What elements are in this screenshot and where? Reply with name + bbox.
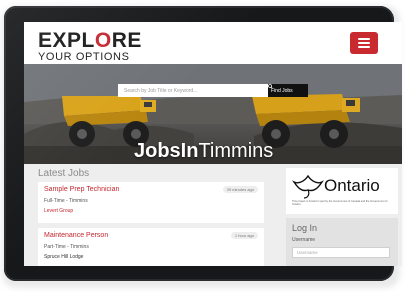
job-posted-time: 1 hour ago — [230, 232, 258, 239]
username-input[interactable] — [292, 247, 390, 258]
job-type-location: Full-Time - Timmins — [44, 198, 88, 204]
ontario-wordmark: Ontario — [324, 176, 380, 195]
find-jobs-label: Find Jobs — [271, 87, 293, 94]
job-card[interactable]: Maintenance Person 1 hour ago Part-Time … — [38, 228, 264, 266]
jobsintimmins-wordmark: JobsInTimmins — [134, 140, 273, 163]
login-panel: Log In Username — [286, 218, 398, 266]
job-title-link[interactable]: Sample Prep Technician — [44, 186, 119, 193]
job-company-name: Spruce Hill Lodge — [44, 254, 84, 260]
job-type-location: Part-Time - Timmins — [44, 244, 89, 250]
main-content: Latest Jobs Sample Prep Technician 39 mi… — [24, 164, 402, 266]
logo-text-o: O — [94, 29, 112, 52]
ontario-trillium-icon — [292, 174, 324, 199]
login-heading: Log In — [292, 223, 318, 233]
tablet-screen: EXPLORE YOUR OPTIONS Search by Job Title… — [24, 22, 402, 266]
menu-button[interactable] — [350, 32, 378, 54]
hero-banner: Find Jobs JobsInTimmins — [24, 64, 402, 164]
explore-your-options-logo[interactable]: EXPLORE YOUR OPTIONS — [38, 30, 142, 63]
funding-notice: This project is funded in part by the Go… — [292, 200, 388, 207]
find-jobs-button[interactable]: Find Jobs — [268, 84, 308, 97]
username-label: Username — [292, 237, 316, 243]
site-header: EXPLORE YOUR OPTIONS — [24, 22, 402, 65]
logo-text-expl: EXPL — [38, 29, 95, 52]
sidebar: Ontario This project is funded in part b… — [282, 164, 402, 266]
logo-wordmark: EXPLORE — [38, 30, 142, 51]
job-posted-time: 39 minutes ago — [222, 186, 258, 193]
latest-jobs-heading: Latest Jobs — [38, 168, 90, 179]
logo-tagline: YOUR OPTIONS — [38, 51, 130, 63]
brand-light-text: Timmins — [198, 140, 274, 162]
search-icon — [268, 84, 273, 89]
job-card[interactable]: Sample Prep Technician 39 minutes ago Fu… — [38, 182, 264, 223]
job-title-link[interactable]: Maintenance Person — [44, 232, 108, 239]
ontario-sponsor-panel: Ontario This project is funded in part b… — [286, 168, 398, 214]
job-company-link[interactable]: Levert Group — [44, 208, 73, 214]
logo-text-re: RE — [111, 29, 142, 52]
brand-bold-text: JobsIn — [134, 140, 199, 162]
